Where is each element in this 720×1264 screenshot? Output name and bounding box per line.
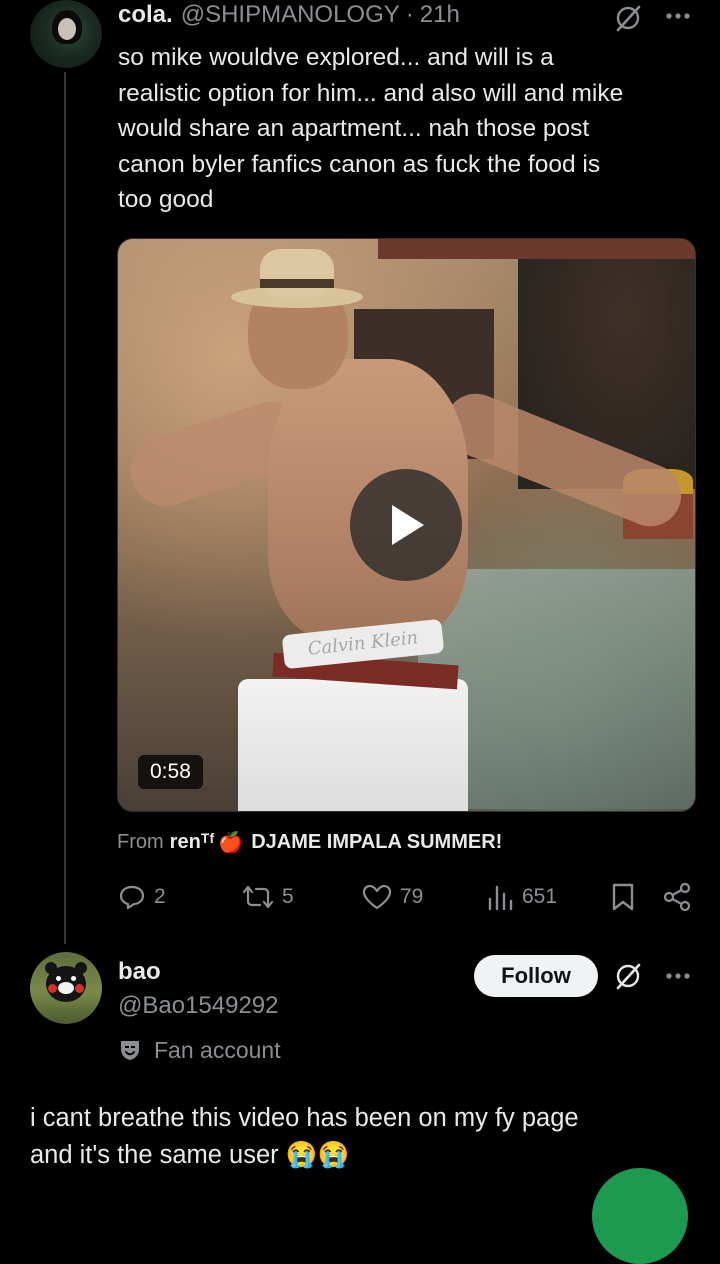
grok-icon[interactable] [614,4,642,32]
more-icon[interactable] [665,972,691,980]
repost-count: 5 [282,885,294,908]
post-handle[interactable]: @SHIPMANOLOGY [181,1,400,29]
like-count: 79 [400,885,424,908]
post-header: cola. @SHIPMANOLOGY · 21h [118,0,460,30]
source-user[interactable]: renᵀᶠ [170,831,215,854]
views-icon [488,885,513,911]
reply-text: i cant breathe this video has been on my… [30,1100,710,1174]
thread-line [64,72,66,944]
views-count: 651 [522,885,558,908]
reply-handle[interactable]: @Bao1549292 [118,992,279,1020]
repost-icon [242,885,274,909]
post-text-line: too good [118,186,214,213]
reply-action[interactable]: 2 [118,880,166,914]
avatar-bear-cheek [48,984,57,993]
video-person-pants [238,679,468,811]
reply-icon [119,885,145,910]
play-button[interactable] [350,469,462,581]
avatar-bear-muzzle [58,982,74,994]
avatar-face [58,18,76,40]
avatar-bear-eye [56,976,61,981]
reply-text-line: i cant breathe this video has been on my… [30,1104,579,1132]
avatar-cola[interactable] [30,0,102,68]
video-duration: 0:58 [138,755,203,789]
repost-action[interactable]: 5 [242,880,294,914]
video-source[interactable]: From renᵀᶠ 🍎 DJAME IMPALA SUMMER! [117,826,502,858]
post-separator: · [405,1,414,28]
avatar-bao[interactable] [30,952,102,1024]
bookmark-icon[interactable] [610,882,636,912]
reply-display-name[interactable]: bao [118,958,161,986]
reply-count: 2 [154,885,166,908]
post-time[interactable]: 21h [420,1,460,29]
compose-button[interactable] [592,1168,688,1264]
source-title[interactable]: DJAME IMPALA SUMMER! [251,831,502,854]
heart-icon [362,884,392,910]
like-action[interactable]: 79 [362,880,423,914]
avatar-bear-cheek [75,984,84,993]
post-text-line: realistic option for him... and also wil… [118,79,624,107]
avatar-bear-eye [71,976,76,981]
post-text-line: canon byler fanfics canon as fuck the fo… [118,150,601,178]
post-text-line: so mike wouldve explored... and will is … [118,44,554,71]
post-display-name[interactable]: cola. [118,1,173,29]
grok-icon[interactable] [614,962,642,990]
source-from-label: From [117,830,164,853]
follow-button[interactable]: Follow [474,955,598,997]
fan-account-icon [121,1041,139,1060]
reply-text-line: and it's the same user 😭😭 [30,1141,350,1169]
fan-account-label: Fan account [154,1036,281,1063]
source-emoji: 🍎 [218,831,244,854]
views-action[interactable]: 651 [486,880,557,914]
video-player[interactable]: Calvin Klein 0:58 [117,238,696,812]
fan-account-badge: Fan account [118,1034,281,1066]
video-scene-roof [378,239,695,259]
post-text-line: would share an apartment... nah those po… [118,115,590,142]
post-text: so mike wouldve explored... and will is … [118,40,708,218]
video-person-hat [231,249,363,308]
share-icon[interactable] [662,882,692,912]
more-icon[interactable] [665,12,691,20]
play-icon [392,505,424,545]
